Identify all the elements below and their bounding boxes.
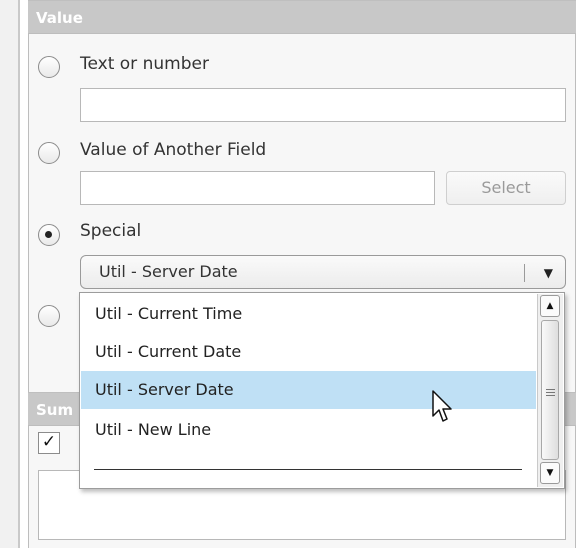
another-field-input[interactable] (80, 171, 435, 205)
checkmark-icon: ✓ (41, 432, 57, 452)
value-of-another-field-radio[interactable] (38, 142, 60, 164)
special-combo-value: Util - Server Date (99, 262, 238, 281)
scroll-down-arrow-icon[interactable]: ▼ (540, 462, 560, 484)
dropdown-separator (94, 469, 522, 470)
dropdown-item-current-date[interactable]: Util - Current Date (81, 333, 536, 371)
dropdown-item-current-time[interactable]: Util - Current Time (81, 295, 536, 333)
chevron-down-icon[interactable]: ▼ (544, 264, 553, 282)
hidden-option-radio[interactable] (38, 305, 60, 327)
scrollbar-thumb[interactable] (541, 320, 559, 460)
left-border (18, 0, 20, 548)
special-label: Special (80, 221, 142, 241)
value-section-title: Value (36, 9, 83, 27)
dropdown-item-new-line[interactable]: Util - New Line (81, 411, 536, 449)
select-field-button[interactable]: Select (446, 171, 566, 205)
special-dropdown-list[interactable]: Util - Current Time Util - Current Date … (79, 292, 565, 489)
value-section-header: Value (28, 0, 576, 34)
scroll-grip-line (546, 389, 555, 390)
dropdown-item-server-date[interactable]: Util - Server Date (81, 371, 536, 409)
scroll-grip-line (546, 392, 555, 393)
text-or-number-label: Text or number (80, 54, 209, 74)
special-radio[interactable] (38, 224, 60, 246)
text-or-number-radio[interactable] (38, 56, 60, 78)
summary-section-title: Sum (36, 401, 74, 419)
radio-selected-dot (45, 231, 52, 238)
scroll-up-arrow-icon[interactable]: ▲ (540, 295, 560, 317)
special-combo-box[interactable]: Util - Server Date ▼ (80, 255, 566, 289)
mouse-cursor-icon (432, 390, 452, 422)
combo-separator (524, 264, 525, 282)
dropdown-scrollbar[interactable]: ▲ ▼ (537, 294, 563, 487)
scroll-grip-line (546, 395, 555, 396)
text-or-number-input[interactable] (80, 88, 566, 122)
value-of-another-field-label: Value of Another Field (80, 140, 267, 160)
summary-checkbox[interactable]: ✓ (38, 432, 60, 454)
left-background (0, 0, 18, 548)
